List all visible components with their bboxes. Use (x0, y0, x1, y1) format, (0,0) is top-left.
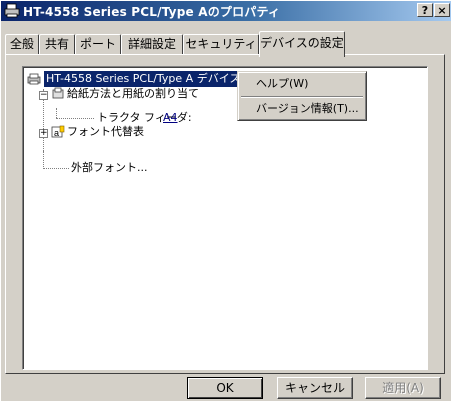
tab-device-settings[interactable]: デバイスの設定 (259, 31, 345, 57)
paper-tray-icon (51, 87, 65, 106)
close-button[interactable]: × (434, 3, 450, 17)
collapse-icon[interactable]: − (39, 91, 48, 100)
menu-separator (241, 96, 363, 98)
device-icon (26, 72, 42, 91)
tab-sharing[interactable]: 共有 (39, 34, 75, 54)
tab-strip: 全般 共有 ポート 詳細設定 セキュリティ デバイスの設定 (5, 31, 451, 57)
tree-connector (43, 151, 44, 169)
tree-connector (56, 118, 94, 119)
tab-ports[interactable]: ポート (75, 34, 121, 54)
tree-item-font-substitution[interactable]: フォント代替表 (67, 124, 144, 140)
apply-button[interactable]: 適用(A) (365, 377, 441, 399)
title-bar: HT-4558 Series PCL/Type Aのプロパティ ? × (1, 1, 451, 21)
tree-item-external-fonts[interactable]: 外部フォント... (71, 160, 148, 176)
font-icon: a (51, 125, 65, 144)
tab-advanced[interactable]: 詳細設定 (121, 34, 183, 54)
menu-item-help[interactable]: ヘルプ(W) (242, 75, 362, 93)
expand-icon[interactable]: + (39, 129, 48, 138)
cancel-button[interactable]: キャンセル (277, 377, 353, 399)
tab-general[interactable]: 全般 (5, 34, 39, 54)
printer-icon (4, 3, 20, 19)
help-button[interactable]: ? (417, 3, 433, 17)
tractor-feeder-value[interactable]: A4 (163, 110, 178, 126)
properties-dialog: HT-4558 Series PCL/Type Aのプロパティ ? × 全般 共… (0, 0, 451, 401)
menu-item-version[interactable]: バージョン情報(T)... (242, 100, 362, 118)
tree-item-paper[interactable]: 給紙方法と用紙の割り当て (67, 86, 199, 102)
tab-panel: HT-4558 Series PCL/Type A デバイスの設定 − 給紙方法… (5, 54, 445, 374)
device-settings-tree[interactable]: HT-4558 Series PCL/Type A デバイスの設定 − 給紙方法… (22, 66, 428, 370)
tree-connector (56, 108, 57, 118)
ok-button[interactable]: OK (187, 377, 263, 399)
tab-security[interactable]: セキュリティ (183, 34, 259, 54)
tree-connector (43, 168, 69, 169)
context-menu: ヘルプ(W) バージョン情報(T)... (237, 71, 367, 121)
window-title: HT-4558 Series PCL/Type Aのプロパティ (23, 5, 281, 19)
svg-text:a: a (54, 128, 59, 138)
